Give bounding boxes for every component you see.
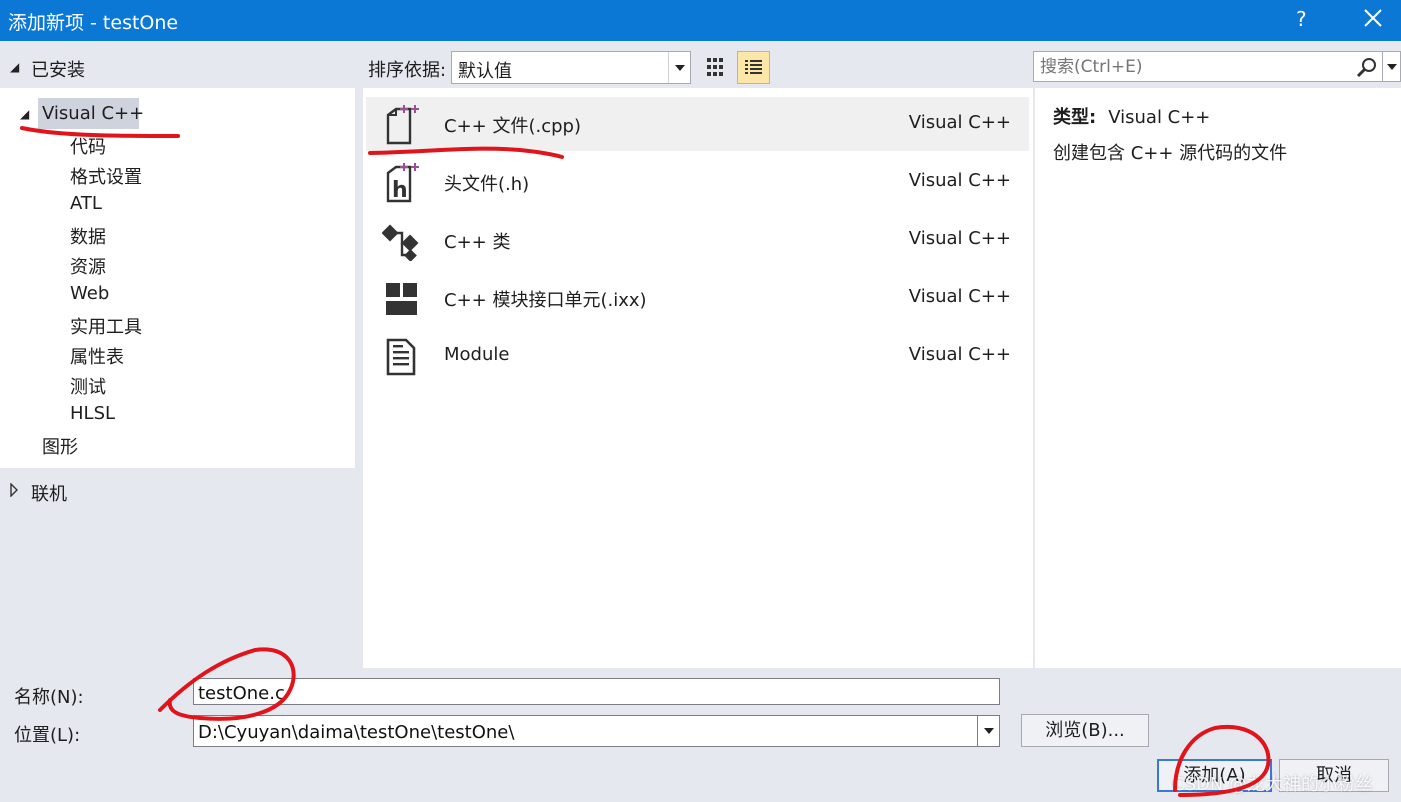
chevron-down-icon [675,65,685,71]
cpp-file-icon [386,105,419,145]
name-label: 名称(N): [14,687,84,708]
expand-arrow-icon[interactable] [9,483,19,497]
tree-item-hlsl[interactable]: HLSL [70,403,115,424]
template-language: Visual C++ [908,286,1011,307]
template-row-module-interface[interactable]: C++ 模块接口单元(.ixx) Visual C++ [366,271,1029,325]
list-view-button[interactable] [737,51,770,84]
template-language: Visual C++ [908,228,1011,249]
close-icon[interactable] [1360,5,1386,31]
description-type-label: 类型: [1053,107,1097,128]
tree-item-atl[interactable]: ATL [70,193,102,214]
tree-item-property-sheet[interactable]: 属性表 [70,343,124,369]
location-input[interactable] [198,720,973,744]
description-panel [1035,88,1401,668]
tree-item-visual-cpp[interactable]: Visual C++ [42,103,144,124]
chevron-down-icon [984,728,994,734]
search-input[interactable] [1040,56,1350,78]
collapse-arrow-icon[interactable]: ◢ [20,107,29,121]
sort-dropdown-button[interactable] [668,52,690,83]
template-name: C++ 模块接口单元(.ixx) [444,290,647,311]
collapse-arrow-icon[interactable]: ◢ [10,60,19,74]
svg-text:h: h [392,178,408,203]
sort-select-value: 默认值 [458,61,512,82]
template-row-cpp-file[interactable]: C++ 文件(.cpp) Visual C++ [366,97,1029,151]
template-language: Visual C++ [908,112,1011,133]
search-options-dropdown[interactable] [1383,51,1401,82]
sort-select[interactable]: 默认值 [451,51,691,84]
chevron-down-icon [1387,64,1397,70]
template-tree [0,88,355,468]
search-box[interactable] [1033,51,1383,82]
tree-item-installed[interactable]: 已安装 [31,56,85,82]
location-label: 位置(L): [14,725,81,746]
title-bar: 添加新项 - testOne ? [0,0,1401,41]
tree-item-data[interactable]: 数据 [70,223,106,249]
location-dropdown-button[interactable] [977,716,999,746]
template-row-cpp-class[interactable]: C++ 类 Visual C++ [366,213,1029,267]
help-button[interactable]: ? [1296,7,1307,31]
template-name: Module [444,344,510,365]
list-view-icon [745,60,762,74]
tree-item-utility[interactable]: 实用工具 [70,313,142,339]
module-interface-icon [386,283,417,315]
tree-item-code[interactable]: 代码 [70,133,106,159]
name-input[interactable] [198,681,988,705]
description-type-value: Visual C++ [1108,107,1211,128]
tree-item-test[interactable]: 测试 [70,373,106,399]
window-title: 添加新项 - testOne [8,12,179,34]
description-type: 类型: Visual C++ [1053,103,1210,129]
template-language: Visual C++ [908,344,1011,365]
grid-view-icon [707,58,723,76]
module-document-icon [386,338,416,376]
tree-item-resource[interactable]: 资源 [70,253,106,279]
template-name: 头文件(.h) [444,174,530,195]
template-row-module[interactable]: Module Visual C++ [366,329,1029,383]
tree-item-online[interactable]: 联机 [31,480,67,506]
header-file-icon: h [386,163,419,203]
template-row-header-file[interactable]: h 头文件(.h) Visual C++ [366,155,1029,209]
search-icon[interactable] [1356,57,1378,77]
tree-item-graphics[interactable]: 图形 [42,433,78,459]
template-language: Visual C++ [908,170,1011,191]
small-icons-view-button[interactable] [699,51,732,84]
watermark: CSDN @龙大神的小粉丝 [1172,774,1374,795]
location-field[interactable] [193,715,1000,747]
tree-item-web[interactable]: Web [70,283,109,304]
sort-label: 排序依据: [368,60,447,81]
template-name: C++ 类 [444,232,511,253]
name-field[interactable] [193,678,1000,705]
browse-button[interactable]: 浏览(B)... [1021,714,1149,747]
description-text: 创建包含 C++ 源代码的文件 [1053,143,1288,164]
template-name: C++ 文件(.cpp) [444,116,581,137]
tree-item-formatting[interactable]: 格式设置 [70,163,142,189]
cpp-class-icon [382,224,419,261]
